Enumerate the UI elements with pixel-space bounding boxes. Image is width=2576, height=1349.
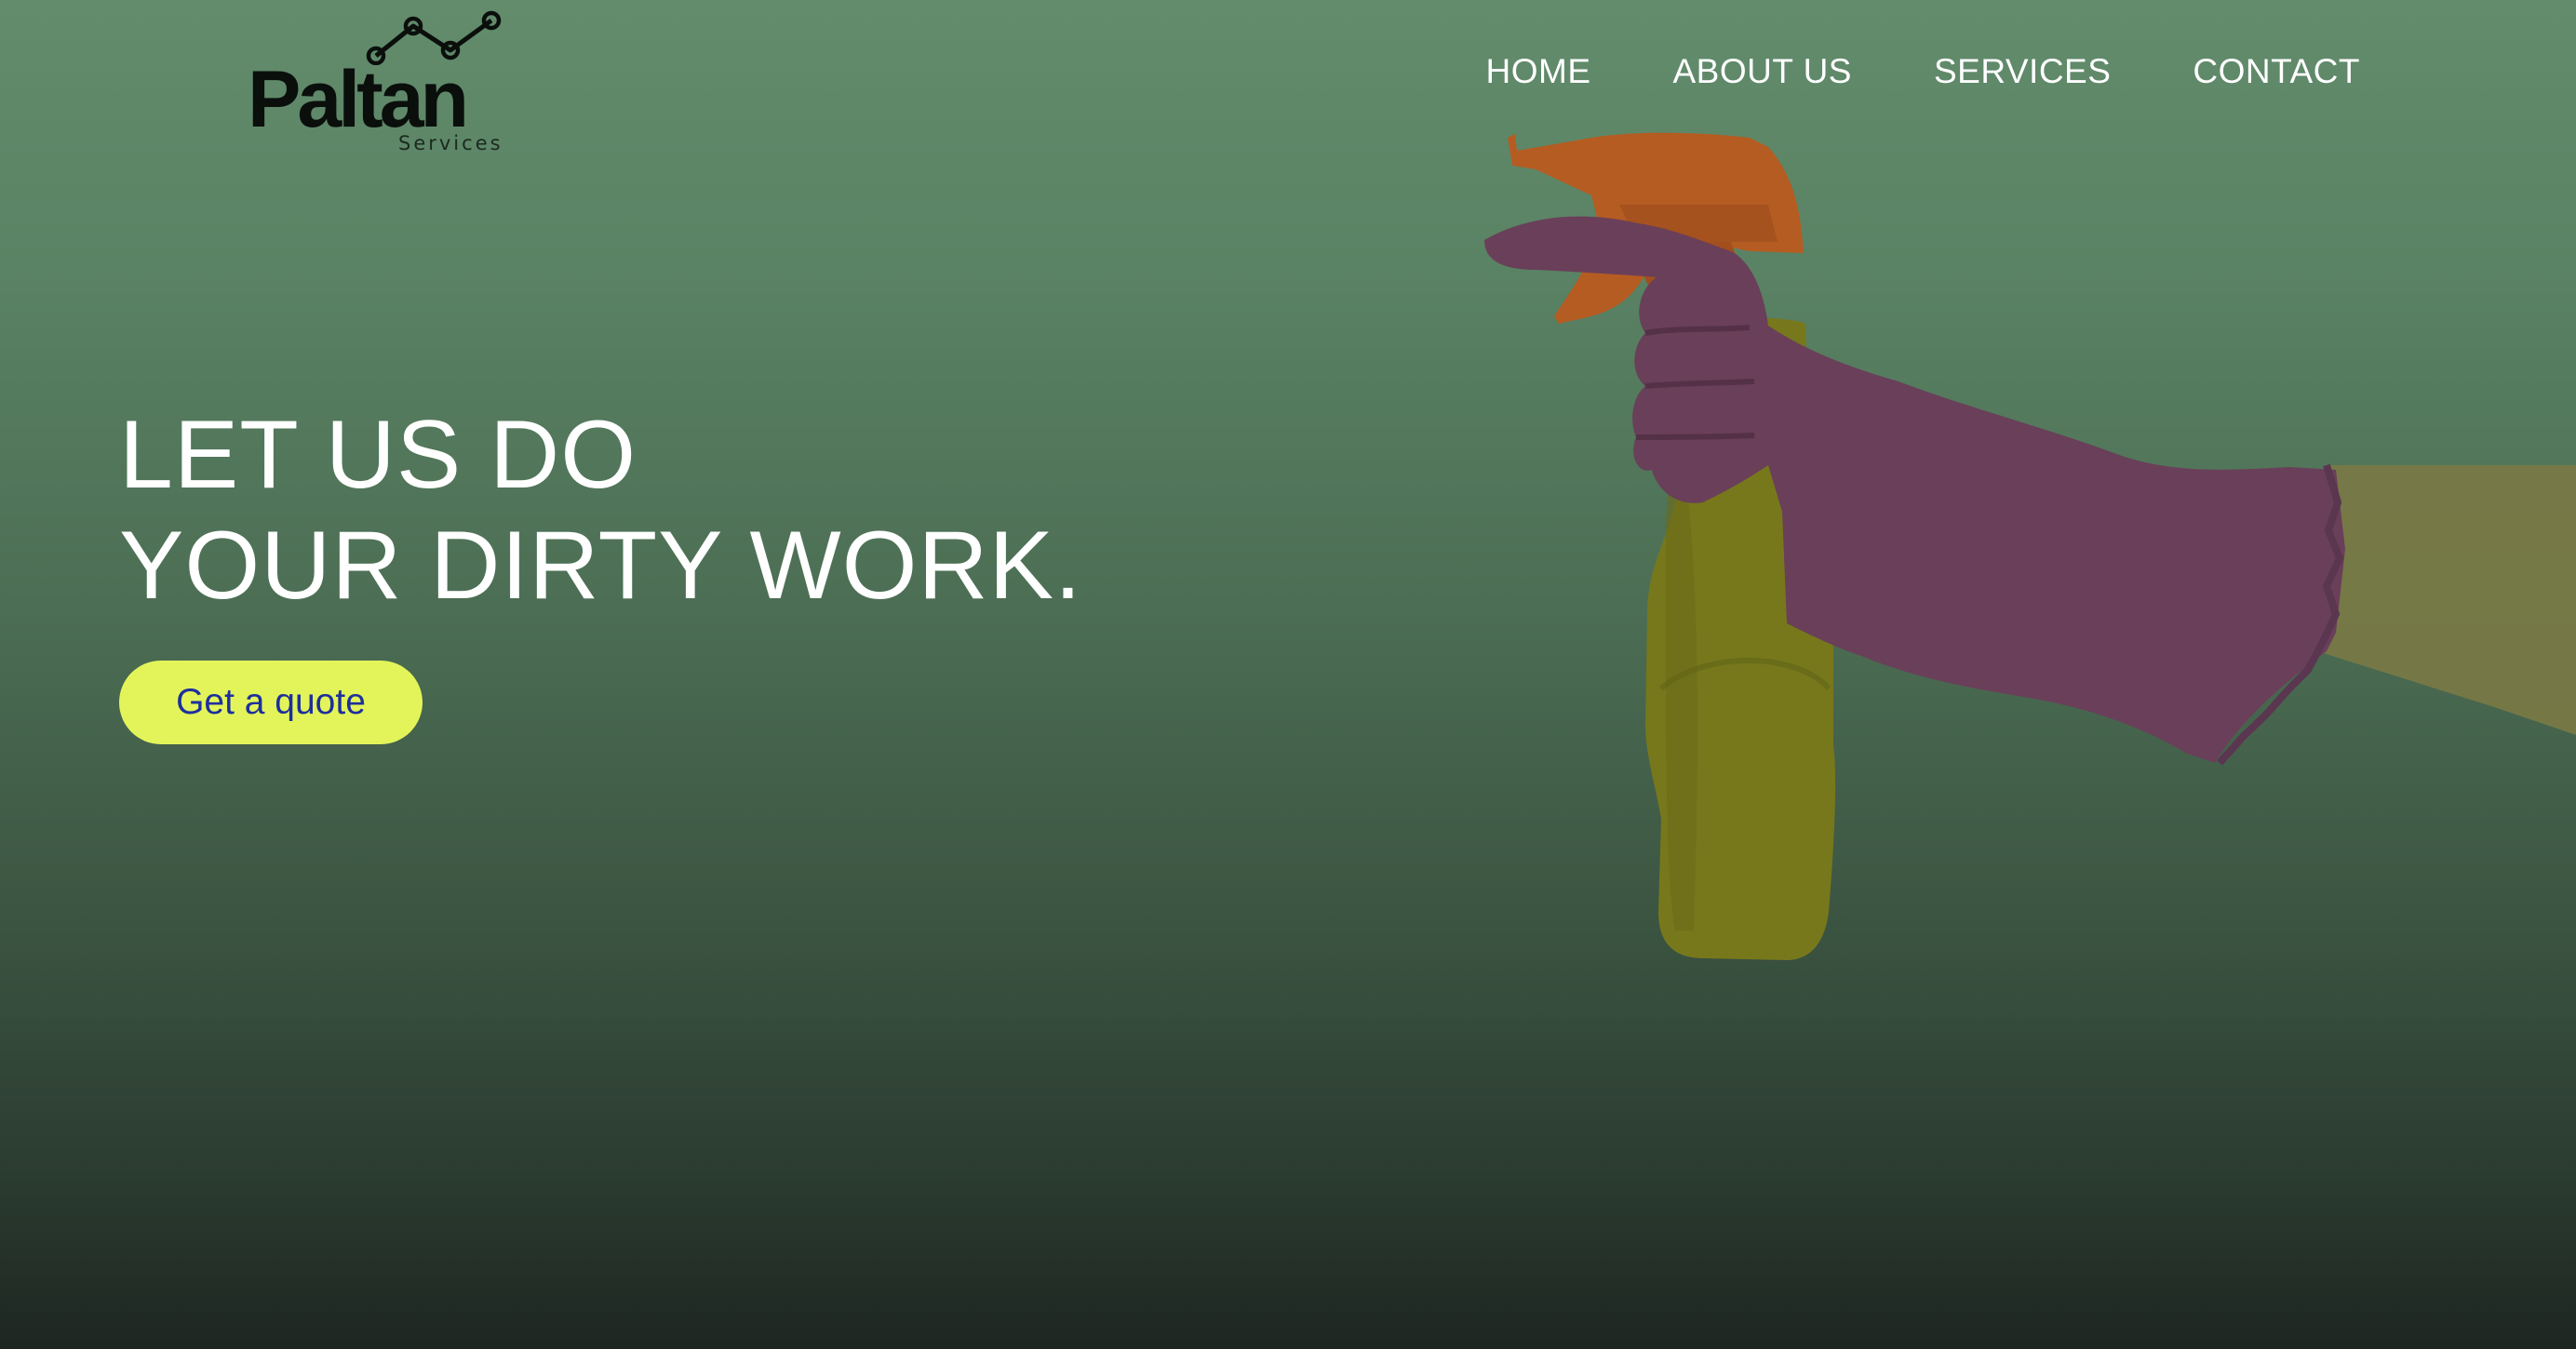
spray-bottle-glove-illustration xyxy=(1484,132,2576,960)
brand-name: Paltan xyxy=(248,55,469,144)
nav-item-contact[interactable]: CONTACT xyxy=(2193,52,2360,91)
nav-item-services[interactable]: SERVICES xyxy=(1934,52,2111,91)
main-nav: HOME ABOUT US SERVICES CONTACT xyxy=(1486,52,2361,91)
hero-headline-line-1: LET US DO xyxy=(119,401,637,509)
brand-logo[interactable]: Paltan Services xyxy=(244,9,504,163)
get-quote-button[interactable]: Get a quote xyxy=(119,661,423,744)
brand-tagline: Services xyxy=(398,132,503,154)
nav-item-home[interactable]: HOME xyxy=(1486,52,1591,91)
hero-headline-line-2: YOUR DIRTY WORK. xyxy=(119,512,1082,620)
hero-section: Paltan Services HOME ABOUT US SERVICES C… xyxy=(0,0,2576,1349)
nav-item-about-us[interactable]: ABOUT US xyxy=(1673,52,1852,91)
hero-headline: LET US DO YOUR DIRTY WORK. xyxy=(119,400,1082,621)
